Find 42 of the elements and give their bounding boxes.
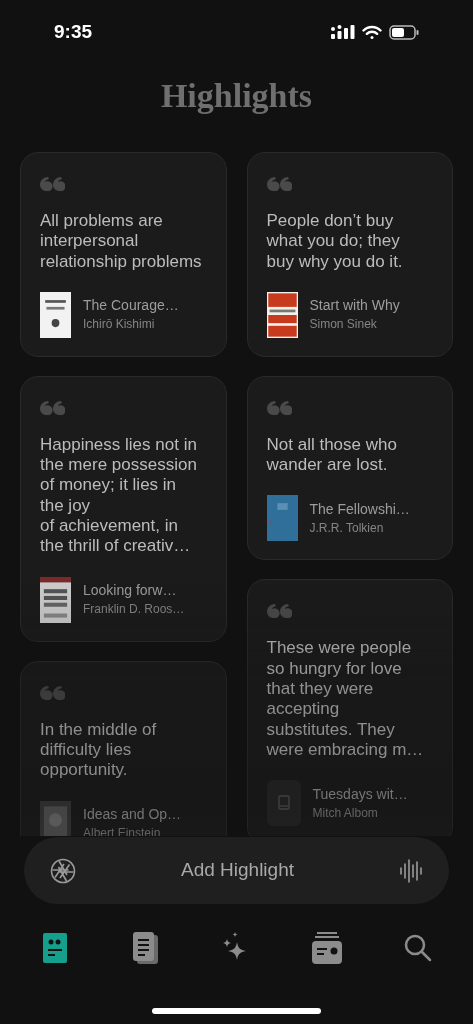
book-title: Start with Why (309, 297, 400, 315)
highlight-card[interactable]: Not all those who wander are lost. The Fellowshi… J.R.R. Tolkien (246, 375, 453, 561)
quote-icon (40, 400, 65, 415)
signal-icon (331, 25, 355, 39)
book-author: Simon Sinek (309, 317, 378, 333)
highlight-card[interactable]: Happiness lies not in the mere possession of money; it lies in the joy of achievement, in the thrill of creativ… Looking forw… Franklin D. Roos… (20, 375, 227, 642)
book-title: The Fellowshi… (309, 501, 410, 518)
camera-aperture-icon[interactable] (50, 857, 76, 884)
quote-icon (40, 177, 65, 191)
book-author: Ichirō Kishimi (83, 317, 156, 333)
highlight-card[interactable]: These were people so hungry for love that they were accepting substitutes. They were embracing m… Tuesdays wit… Mitch Albom (246, 579, 453, 836)
quote-icon (266, 604, 292, 619)
quote-icon (266, 400, 292, 415)
battery-icon (389, 24, 419, 40)
highlight-card[interactable]: People don’t buy what you do; they buy why you do it. Start with Why Simon Sinek (246, 152, 453, 357)
book-icon (276, 795, 291, 812)
book-title: Ideas and Op… (83, 806, 182, 824)
quote-icon (40, 685, 65, 700)
page-title: Highlights (159, 76, 314, 116)
book-title: The Courage… (83, 297, 179, 315)
waveform-icon[interactable] (399, 857, 423, 884)
document-icon (132, 932, 159, 964)
status-time: 9:35 (54, 19, 93, 44)
quote-text: These were people so hungry for love that they were accepting substitutes. They were embracing m… (266, 638, 425, 761)
quote-card-icon (43, 933, 68, 963)
book-author: J.R.R. Tolkien (309, 521, 385, 536)
book-title: Tuesdays wit… (312, 785, 408, 803)
quote-text: Not all those who wander are lost. (266, 434, 398, 476)
quote-text: In the middle of difficulty lies opportunity. (40, 719, 158, 781)
search-icon (403, 934, 432, 962)
quote-text: People don’t buy what you do; they buy why you do it. (266, 211, 404, 272)
quote-text: Happiness lies not in the mere possession of money; it lies in the joy of achievement, in the thrill of creativ… (40, 434, 198, 557)
wifi-icon (362, 24, 382, 40)
add-highlight-bar[interactable]: Add Highlight (24, 837, 449, 904)
book-author: Franklin D. Roos… (83, 602, 185, 618)
highlight-card[interactable]: All problems are interpersonal relationship problems The Courage… Ichirō Kishimi (20, 152, 227, 357)
book-author: Mitch Albom (312, 805, 379, 821)
tray-icon (312, 932, 343, 964)
quote-icon (266, 177, 292, 191)
book-title: Looking forw… (83, 582, 178, 600)
add-highlight-label: Add Highlight (180, 858, 295, 883)
quote-text: All problems are interpersonal relationship problems (40, 211, 202, 272)
